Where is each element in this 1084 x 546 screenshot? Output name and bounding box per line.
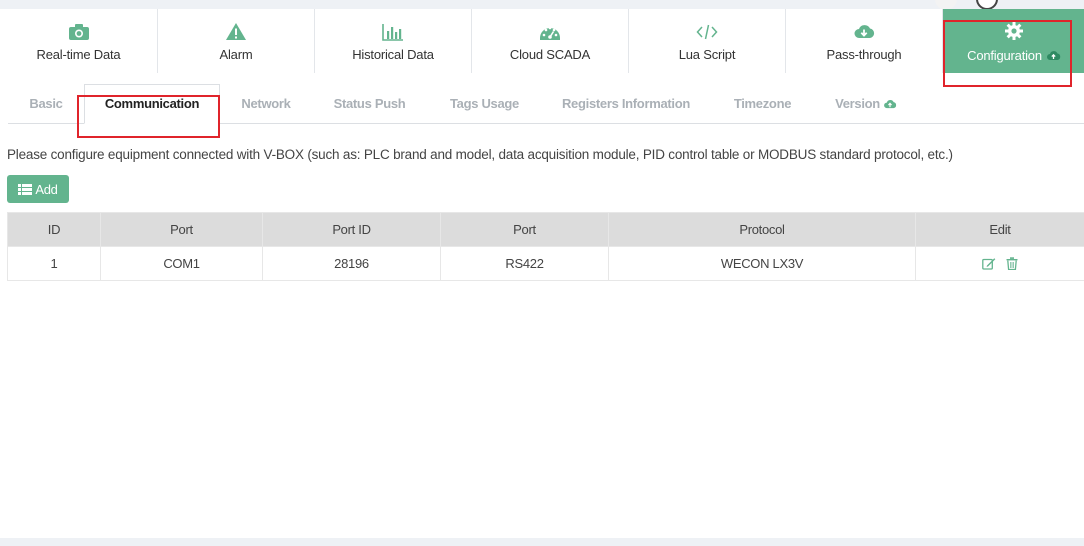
dashboard-icon bbox=[539, 21, 561, 43]
cell-port: COM1 bbox=[100, 246, 263, 281]
cloud-download-icon bbox=[853, 21, 875, 43]
header-protocol: Protocol bbox=[608, 212, 916, 247]
tab-basic[interactable]: Basic bbox=[8, 85, 84, 123]
list-add-icon bbox=[18, 183, 33, 195]
delete-icon[interactable] bbox=[1006, 257, 1018, 270]
description-text: Please configure equipment connected wit… bbox=[7, 147, 953, 162]
cell-port-id: 28196 bbox=[262, 246, 441, 281]
sub-tabs: Basic Communication Network Status Push … bbox=[8, 82, 1084, 124]
header-port-id: Port ID bbox=[262, 212, 441, 247]
nav-label: Real-time Data bbox=[36, 46, 121, 62]
nav-label-wrap: Configuration bbox=[967, 48, 1061, 63]
warning-icon bbox=[225, 21, 247, 43]
nav-item-realtime-data[interactable]: Real-time Data bbox=[0, 9, 158, 73]
camera-icon bbox=[68, 21, 90, 43]
bottom-bar bbox=[0, 538, 1084, 546]
header-port: Port bbox=[100, 212, 263, 247]
communication-table: ID Port Port ID Port Protocol Edit 1 COM… bbox=[7, 212, 1084, 281]
header-port-type: Port bbox=[440, 212, 609, 247]
tab-registers-information[interactable]: Registers Information bbox=[542, 85, 710, 123]
nav-label: Alarm bbox=[219, 46, 253, 62]
cell-protocol: WECON LX3V bbox=[608, 246, 916, 281]
header-edit: Edit bbox=[915, 212, 1084, 247]
cell-id: 1 bbox=[7, 246, 101, 281]
edit-icon[interactable] bbox=[982, 257, 996, 270]
nav-item-pass-through[interactable]: Pass-through bbox=[786, 9, 943, 73]
cloud-upload-icon bbox=[1046, 50, 1061, 61]
nav-label: Configuration bbox=[967, 47, 1042, 63]
nav-label: Historical Data bbox=[352, 46, 434, 62]
cell-port-type: RS422 bbox=[440, 246, 609, 281]
table-header-row: ID Port Port ID Port Protocol Edit bbox=[7, 212, 1084, 247]
add-button[interactable]: Add bbox=[7, 175, 69, 203]
code-icon bbox=[696, 21, 718, 43]
nav-label: Cloud SCADA bbox=[509, 46, 591, 62]
gear-icon bbox=[1004, 20, 1024, 42]
nav-item-configuration[interactable]: Configuration bbox=[943, 9, 1084, 73]
nav-item-historical-data[interactable]: Historical Data bbox=[315, 9, 472, 73]
table-row: 1 COM1 28196 RS422 WECON LX3V bbox=[7, 246, 1084, 281]
tab-version-label: Version bbox=[835, 96, 880, 111]
nav-item-lua-script[interactable]: Lua Script bbox=[629, 9, 786, 73]
edit-actions bbox=[916, 247, 1084, 280]
nav-label: Lua Script bbox=[678, 46, 736, 62]
tab-status-push[interactable]: Status Push bbox=[312, 85, 427, 123]
tab-tags-usage[interactable]: Tags Usage bbox=[427, 85, 542, 123]
add-button-label: Add bbox=[35, 181, 58, 197]
cloud-upload-icon bbox=[883, 86, 897, 124]
cell-edit bbox=[915, 246, 1084, 281]
nav-label: Pass-through bbox=[826, 46, 902, 62]
header-id: ID bbox=[7, 212, 101, 247]
nav-item-cloud-scada[interactable]: Cloud SCADA bbox=[472, 9, 629, 73]
tab-communication[interactable]: Communication bbox=[84, 84, 220, 124]
tab-version[interactable]: Version bbox=[815, 85, 917, 123]
bar-chart-icon bbox=[382, 21, 404, 43]
main-nav: Real-time Data Alarm Historical Data Clo… bbox=[0, 9, 1084, 73]
tab-network[interactable]: Network bbox=[220, 85, 312, 123]
tab-timezone[interactable]: Timezone bbox=[710, 85, 815, 123]
nav-item-alarm[interactable]: Alarm bbox=[158, 9, 315, 73]
